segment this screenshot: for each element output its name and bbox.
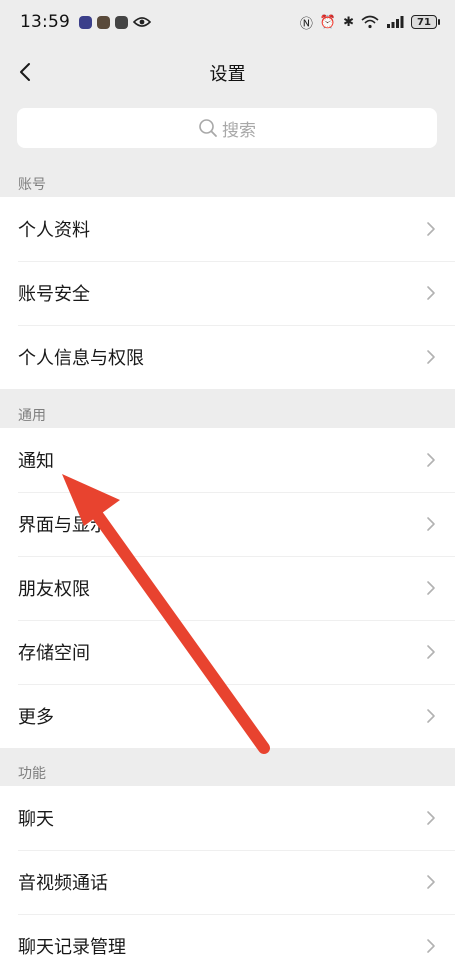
settings-item-display[interactable]: 界面与显示 [0,492,455,556]
battery-icon: 71 [411,15,440,29]
section-header-general: 通用 [18,408,46,424]
group-account: 个人资料 账号安全 个人信息与权限 [0,197,455,389]
settings-item-label: 个人信息与权限 [18,348,144,369]
chevron-right-icon [427,286,435,300]
status-bar: 13:59 Ⓝ ⏰ ✱ 71 [0,0,455,44]
settings-item-account-security[interactable]: 账号安全 [0,261,455,325]
settings-item-more[interactable]: 更多 [0,684,455,748]
chevron-right-icon [427,453,435,467]
chevron-right-icon [427,939,435,953]
status-time: 13:59 [20,12,70,32]
chevron-right-icon [427,222,435,236]
search-placeholder: 搜索 [222,120,256,141]
section-header-account: 账号 [18,177,46,193]
settings-item-label: 更多 [18,707,54,728]
settings-item-label: 界面与显示 [18,515,108,536]
alarm-icon: ⏰ [319,14,337,30]
nfc-icon: Ⓝ [299,16,313,32]
settings-item-label: 通知 [18,451,54,472]
wifi-icon [361,15,379,29]
bluetooth-icon: ✱ [343,14,354,30]
group-features: 聊天 音视频通话 聊天记录管理 [0,786,455,970]
search-input[interactable]: 搜索 [17,108,437,148]
signal-icon [387,16,404,28]
app-notification-icon [115,15,128,29]
settings-item-label: 个人资料 [18,220,90,241]
eye-icon [133,17,151,27]
app-notification-icon [79,15,92,29]
settings-item-label: 朋友权限 [18,579,90,600]
settings-item-calls[interactable]: 音视频通话 [0,850,455,914]
settings-item-profile[interactable]: 个人资料 [0,197,455,261]
settings-item-label: 存储空间 [18,643,90,664]
settings-item-notifications[interactable]: 通知 [0,428,455,492]
settings-item-label: 账号安全 [18,284,90,305]
section-header-features: 功能 [18,766,46,782]
group-general: 通知 界面与显示 朋友权限 存储空间 更多 [0,428,455,748]
settings-item-label: 聊天记录管理 [18,937,126,958]
chevron-right-icon [427,581,435,595]
status-right: Ⓝ ⏰ ✱ 71 [299,13,440,32]
app-notification-icon [97,15,110,29]
nav-bar: 设置 [0,48,455,96]
settings-item-privacy-permissions[interactable]: 个人信息与权限 [0,325,455,389]
settings-item-chat[interactable]: 聊天 [0,786,455,850]
settings-item-chat-history[interactable]: 聊天记录管理 [0,914,455,970]
search-icon [199,119,217,137]
settings-item-friend-permissions[interactable]: 朋友权限 [0,556,455,620]
settings-item-label: 聊天 [18,809,54,830]
chevron-right-icon [427,517,435,531]
chevron-right-icon [427,875,435,889]
page-title: 设置 [209,64,246,85]
settings-item-storage[interactable]: 存储空间 [0,620,455,684]
status-left: 13:59 [20,12,151,32]
settings-item-label: 音视频通话 [18,873,108,894]
chevron-right-icon [427,709,435,723]
chevron-right-icon [427,645,435,659]
chevron-right-icon [427,811,435,825]
chevron-right-icon [427,350,435,364]
